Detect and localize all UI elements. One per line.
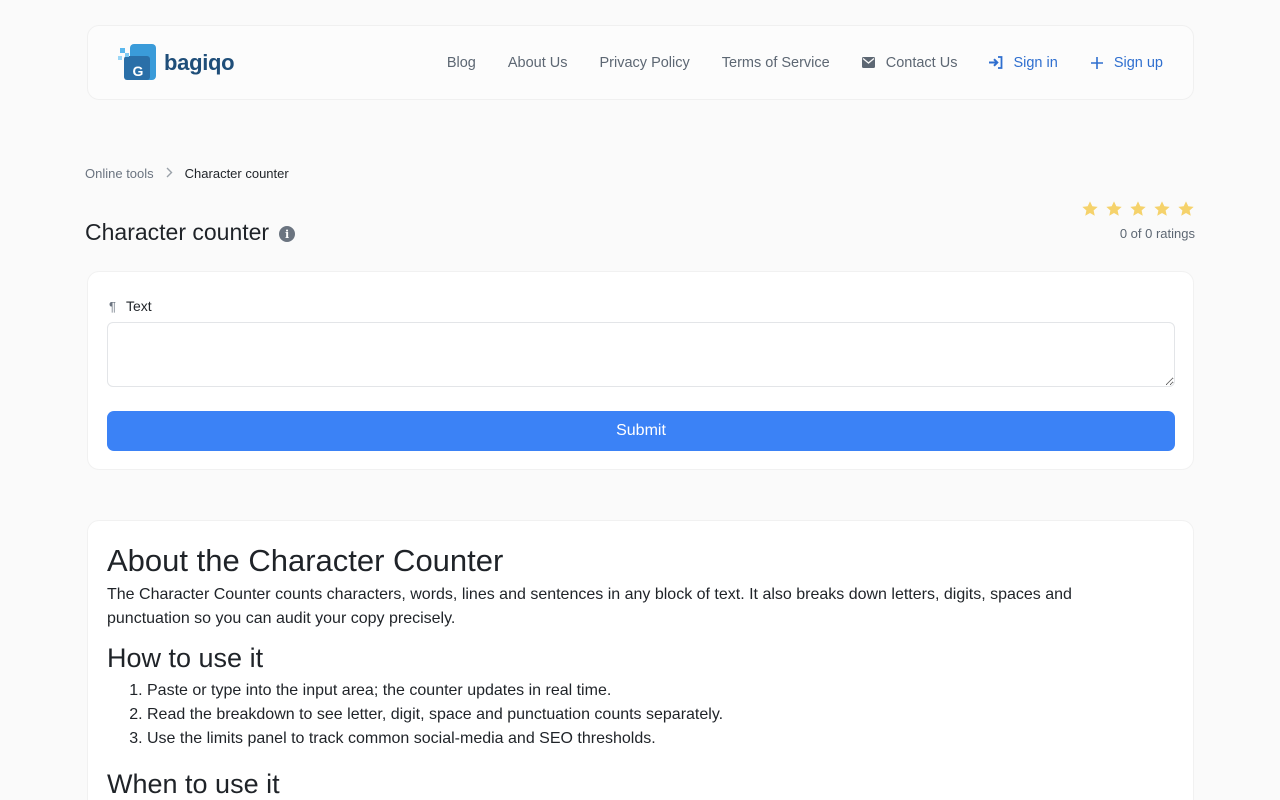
list-item: Read the breakdown to see letter, digit,…	[147, 703, 1174, 727]
nav-terms-of-service-label: Terms of Service	[721, 54, 830, 71]
howto-steps: Paste or type into the input area; the c…	[107, 679, 1174, 751]
star-icon-3[interactable]	[1129, 200, 1147, 218]
logo-icon: G	[118, 42, 160, 84]
brand-logo[interactable]: G bagiqo	[118, 42, 235, 84]
rating-widget: 0 of 0 ratings	[1081, 200, 1195, 241]
nav-blog-label: Blog	[446, 54, 476, 71]
star-icon-4[interactable]	[1153, 200, 1171, 218]
plus-icon	[1090, 56, 1104, 70]
about-card: About the Character Counter The Characte…	[87, 520, 1194, 800]
brand-name: bagiqo	[164, 49, 235, 75]
nav-contact-us[interactable]: Contact Us	[862, 54, 958, 71]
about-paragraph: The Character Counter counts characters,…	[107, 586, 1072, 627]
page-title: Character counter	[85, 219, 270, 245]
text-field-label-text: Text	[125, 298, 152, 314]
star-rating	[1081, 200, 1195, 218]
howto-title: How to use it	[107, 643, 264, 673]
info-icon[interactable]: i	[279, 226, 296, 242]
title-row: Character counter i	[85, 219, 296, 246]
submit-button[interactable]: Submit	[107, 411, 1175, 451]
site-header: G bagiqo Blog About Us Privacy Policy Te…	[87, 25, 1194, 100]
paragraph-icon: ¶	[109, 298, 116, 314]
nav-blog[interactable]: Blog	[447, 55, 476, 71]
nav-privacy-policy[interactable]: Privacy Policy	[600, 55, 690, 71]
text-field-label: ¶ Text	[109, 298, 152, 314]
star-icon-5[interactable]	[1177, 200, 1195, 218]
envelope-icon	[862, 56, 876, 70]
text-input[interactable]	[107, 322, 1175, 387]
nav-sign-in-label: Sign in	[1013, 54, 1058, 71]
list-item: Use the limits panel to track common soc…	[147, 727, 1174, 751]
nav-sign-up-label: Sign up	[1113, 54, 1163, 71]
main-nav: Blog About Us Privacy Policy Terms of Se…	[447, 55, 1163, 71]
when-title: When to use it	[107, 769, 280, 799]
nav-about-us-label: About Us	[507, 54, 568, 71]
nav-about-us[interactable]: About Us	[508, 55, 568, 71]
nav-contact-us-label: Contact Us	[885, 54, 958, 71]
chevron-right-icon	[166, 166, 173, 181]
sign-in-icon	[989, 56, 1003, 70]
nav-sign-up[interactable]: Sign up	[1090, 55, 1163, 71]
breadcrumb: Online tools Character counter	[85, 166, 289, 181]
star-icon-1[interactable]	[1081, 200, 1099, 218]
nav-privacy-policy-label: Privacy Policy	[599, 54, 690, 71]
tool-card: ¶ Text Submit	[87, 271, 1194, 470]
about-title: About the Character Counter	[107, 543, 504, 578]
star-icon-2[interactable]	[1105, 200, 1123, 218]
nav-terms-of-service[interactable]: Terms of Service	[722, 55, 830, 71]
breadcrumb-current: Character counter	[184, 166, 289, 181]
list-item: Paste or type into the input area; the c…	[147, 679, 1174, 703]
svg-text:G: G	[133, 63, 144, 79]
nav-sign-in[interactable]: Sign in	[989, 54, 1058, 71]
breadcrumb-online-tools[interactable]: Online tools	[85, 166, 154, 181]
rating-summary: 0 of 0 ratings	[1119, 226, 1195, 241]
